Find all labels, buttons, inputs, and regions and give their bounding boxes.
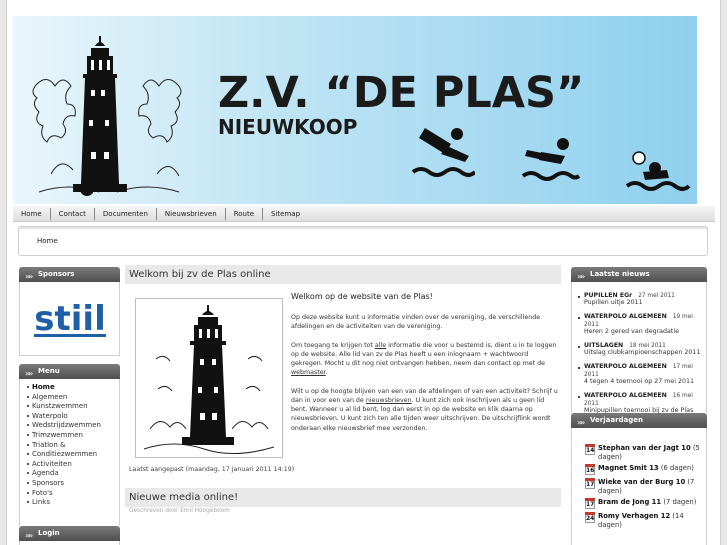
nav-documenten[interactable]: Documenten <box>95 207 157 220</box>
synchro-swimmer-icon <box>521 138 581 181</box>
menu-item-agenda[interactable]: Agenda <box>27 469 119 479</box>
svg-text:stiil: stiil <box>34 299 105 339</box>
calendar-icon: 17 <box>585 498 595 509</box>
link-webmaster[interactable]: webmaster <box>291 369 326 376</box>
link-alle[interactable]: alle <box>375 342 386 349</box>
main-menu: Home Algemeen Kunstzwemmen Waterpolo Wed… <box>20 379 119 508</box>
menu-item-trimzwemmen[interactable]: Trimzwemmen <box>27 431 119 441</box>
double-arrow-icon: »» <box>577 272 585 281</box>
lighthouse-logo-icon <box>32 36 182 196</box>
swimmer-dive-icon <box>411 128 475 177</box>
article-lead: Welkom op de website van de Plas! <box>291 292 433 301</box>
nav-route[interactable]: Route <box>226 207 264 220</box>
article-media-title[interactable]: Nieuwe media online! <box>125 488 561 507</box>
sponsor-stiil-logo[interactable]: stiil <box>34 294 106 342</box>
article-paragraph-1: Op deze website kunt u informatie vinden… <box>291 314 541 331</box>
article-paragraph-3: Wilt u op de hoogte blijven van een van … <box>291 387 558 432</box>
menu-heading: »» Menu <box>19 364 120 379</box>
menu-item-wedstrijdzwemmen[interactable]: Wedstrijdzwemmen <box>27 421 119 431</box>
menu-item-home[interactable]: Home <box>27 383 119 393</box>
menu-item-algemeen[interactable]: Algemeen <box>27 393 119 403</box>
birthday-item: 16 Magnet Smit 13 (6 dagen) <box>585 464 694 475</box>
sponsors-heading: »» Sponsors <box>19 267 120 282</box>
article-byline: Geschreven door Emil Hoogeboom <box>129 508 230 514</box>
birthdays-heading: »» Verjaardagen <box>571 413 707 428</box>
article-paragraph-2: Om toegang te krijgen tot alle informati… <box>291 341 557 377</box>
menu-item-sponsors[interactable]: Sponsors <box>27 479 119 489</box>
news-item[interactable]: UITSLAGEN 18 mei 2011 Uitslag clubkampioe… <box>572 341 706 357</box>
birthday-item: 17 Wieke van der Burg 10 (7 dagen) <box>585 478 695 495</box>
menu-item-links[interactable]: Links <box>27 498 119 508</box>
news-item[interactable]: PUPILLEN EGr 27 mei 2011 Pupillen uitje 2… <box>572 291 706 307</box>
calendar-icon: 17 <box>585 478 595 489</box>
calendar-icon: 24 <box>585 512 595 523</box>
breadcrumb: Home <box>18 226 708 256</box>
top-navigation: Home Contact Documenten Nieuwsbrieven Ro… <box>13 206 715 222</box>
news-heading: »» Laatste nieuws <box>571 267 707 282</box>
article-lighthouse-image <box>135 298 283 458</box>
menu-item-conditiezwemmen[interactable]: Conditiezwemmen <box>27 450 119 460</box>
calendar-icon: 14 <box>585 444 595 455</box>
news-item[interactable]: WATERPOLO ALGEMEEN 16 mei 2011 Minipupill… <box>572 391 706 415</box>
double-arrow-icon: »» <box>25 531 33 540</box>
double-arrow-icon: »» <box>25 369 33 378</box>
news-module: »» Laatste nieuws PUPILLEN EGr 27 mei 201… <box>571 267 707 414</box>
nav-contact[interactable]: Contact <box>51 207 95 220</box>
club-subtitle: NIEUWKOOP <box>218 115 358 139</box>
birthdays-module: »» Verjaardagen 14 Stephan van der Jagt … <box>571 413 707 545</box>
double-arrow-icon: »» <box>577 418 585 427</box>
menu-item-fotos[interactable]: Foto's <box>27 489 119 499</box>
breadcrumb-home[interactable]: Home <box>37 237 58 245</box>
birthday-item: 24 Romy Verhagen 12 (14 dagen) <box>585 512 684 529</box>
nav-home[interactable]: Home <box>13 207 51 220</box>
link-nieuwsbrieven[interactable]: nieuwsbrieven <box>366 397 412 404</box>
waterpolo-player-icon <box>625 151 691 191</box>
nav-sitemap[interactable]: Sitemap <box>263 208 308 220</box>
sponsors-module: »» Sponsors stiil <box>19 267 120 356</box>
menu-item-activiteiten[interactable]: Activiteiten <box>27 460 119 470</box>
login-module: »» Login <box>19 526 120 545</box>
login-heading: »» Login <box>19 526 120 541</box>
birthday-item: 14 Stephan van der Jagt 10 (5 dagen) <box>585 444 700 461</box>
club-title: Z.V. “DE PLAS” <box>218 68 585 118</box>
menu-item-waterpolo[interactable]: Waterpolo <box>27 412 119 422</box>
nav-nieuwsbrieven[interactable]: Nieuwsbrieven <box>157 207 226 220</box>
menu-module: »» Menu Home Algemeen Kunstzwemmen Water… <box>19 364 120 530</box>
menu-item-kunstzwemmen[interactable]: Kunstzwemmen <box>27 402 119 412</box>
news-item[interactable]: WATERPOLO ALGEMEEN 19 mei 2011 Heren 2 ge… <box>572 312 706 336</box>
lighthouse-image-icon <box>143 305 275 455</box>
calendar-icon: 16 <box>585 464 595 475</box>
menu-item-triatlon[interactable]: Triatlon & <box>27 441 119 451</box>
article-modified-date: Laatst aangepast (maandag, 17 januari 20… <box>129 466 295 473</box>
birthday-item: 17 Bram de Jong 11 (7 dagen) <box>585 498 697 509</box>
news-item[interactable]: WATERPOLO ALGEMEEN 17 mei 2011 4 tegen 4 … <box>572 362 706 386</box>
site-banner[interactable]: Z.V. “DE PLAS” NIEUWKOOP <box>13 16 697 204</box>
article-welcome-body: Welkom op de website van de Plas! Op dez… <box>291 292 561 442</box>
article-welcome-title[interactable]: Welkom bij zv de Plas online <box>125 265 561 284</box>
